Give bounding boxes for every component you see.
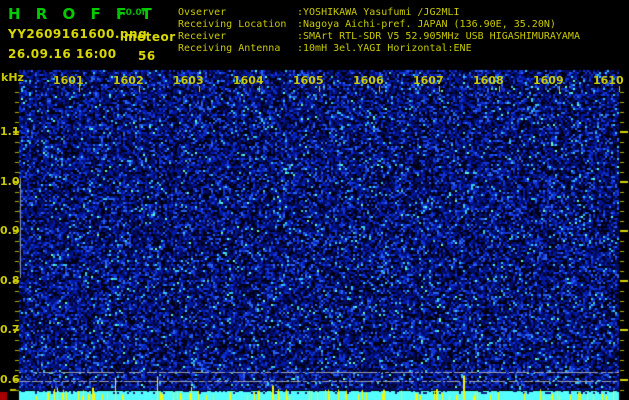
info-value: :Nagoya Aichi-pref. JAPAN (136.90E, 35.2…: [297, 19, 556, 30]
freq-label: 0.9: [0, 224, 20, 238]
echo-count-label: 56: [138, 49, 156, 63]
info-value: :YOSHIKAWA Yasufumi /JG2MLI: [297, 7, 460, 18]
info-row: Receiver :SMArt RTL-SDR V5 52.905MHz USB …: [178, 31, 580, 43]
freq-label: 1.0: [0, 174, 20, 188]
info-value: :SMArt RTL-SDR V5 52.905MHz USB HIGASHIM…: [297, 31, 580, 42]
time-label: 1604: [233, 74, 264, 87]
freq-label: 1.1: [0, 125, 20, 138]
time-label: 1605: [293, 74, 324, 87]
info-label: Receiving Location: [178, 19, 287, 30]
time-label: 1602: [113, 74, 144, 87]
info-row: Receiving Location :Nagoya Aichi-pref. JA…: [178, 19, 580, 31]
info-row: Ovserver :YOSHIKAWA Yasufumi /JG2MLI: [178, 7, 580, 19]
time-label: 1608: [473, 74, 504, 87]
khz-unit-label: kHz: [1, 71, 24, 84]
freq-label: 0.8: [0, 273, 20, 287]
time-label: 1601: [53, 74, 84, 87]
freq-label: 0.7: [0, 323, 20, 337]
info-value: :10mH 3el.YAGI Horizontal:ENE: [297, 43, 472, 54]
time-label: 1603: [173, 74, 204, 87]
info-label: Receiving Antenna: [178, 43, 281, 54]
mode-label: meteor: [124, 30, 176, 44]
info-label: Ovserver: [178, 7, 227, 18]
info-label: Receiver: [178, 31, 227, 42]
time-label: 1607: [413, 74, 444, 87]
time-label: 1609: [533, 74, 564, 87]
receiver-info: Ovserver:YOSHIKAWA Yasufumi /JG2MLI Recei…: [178, 7, 580, 55]
hrofft-window: H R O F F T 1.0.0f YY2609161600.png mete…: [0, 0, 629, 400]
time-label: 1606: [353, 74, 384, 87]
info-row: Receiving Antenna :10mH 3el.YAGI Horizont…: [178, 43, 580, 55]
freq-label: 0.6: [0, 373, 20, 386]
time-label: 1610: [593, 74, 624, 87]
datetime-label: 26.09.16 16:00: [8, 47, 117, 61]
app-version-label: 1.0.0f: [116, 8, 146, 18]
